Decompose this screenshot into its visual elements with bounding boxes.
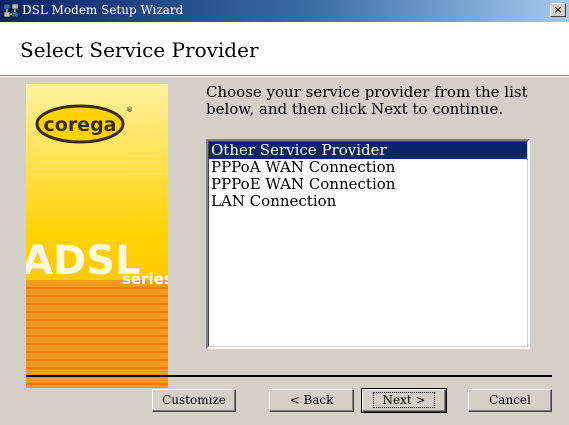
network-icon <box>3 3 19 18</box>
header-divider <box>0 75 569 77</box>
close-button[interactable]: × <box>550 3 566 17</box>
svg-text:®: ® <box>126 106 133 114</box>
title-bar: DSL Modem Setup Wizard × <box>0 0 569 22</box>
page-title: Select Service Provider <box>20 38 259 62</box>
banner-graphic: corega ® ADSL series <box>26 84 168 388</box>
wizard-header: Select Service Provider <box>0 22 569 75</box>
corega-logo-text: corega <box>44 114 117 136</box>
footer-divider <box>26 375 552 377</box>
customize-button[interactable]: Customize <box>152 389 236 412</box>
corega-adsl-banner: corega ® ADSL series <box>26 84 168 388</box>
next-button-label: Next > <box>373 392 435 408</box>
list-item-lan-connection[interactable]: LAN Connection <box>209 193 527 210</box>
cancel-button[interactable]: Cancel <box>468 389 552 412</box>
service-provider-list[interactable]: Other Service Provider PPPoA WAN Connect… <box>206 139 530 349</box>
list-item-pppoe-wan[interactable]: PPPoE WAN Connection <box>209 176 527 193</box>
window-title: DSL Modem Setup Wizard <box>22 3 184 17</box>
instructions-text: Choose your service provider from the li… <box>206 84 546 118</box>
list-item-other-service-provider[interactable]: Other Service Provider <box>209 142 527 159</box>
next-button[interactable]: Next > <box>361 388 447 413</box>
close-icon: × <box>553 3 563 16</box>
svg-text:series: series <box>122 270 168 288</box>
instructions-line-2: below, and then click Next to continue. <box>206 100 504 118</box>
back-button[interactable]: < Back <box>269 389 354 412</box>
list-item-pppoa-wan[interactable]: PPPoA WAN Connection <box>209 159 527 176</box>
instructions-line-1: Choose your service provider from the li… <box>206 83 528 101</box>
